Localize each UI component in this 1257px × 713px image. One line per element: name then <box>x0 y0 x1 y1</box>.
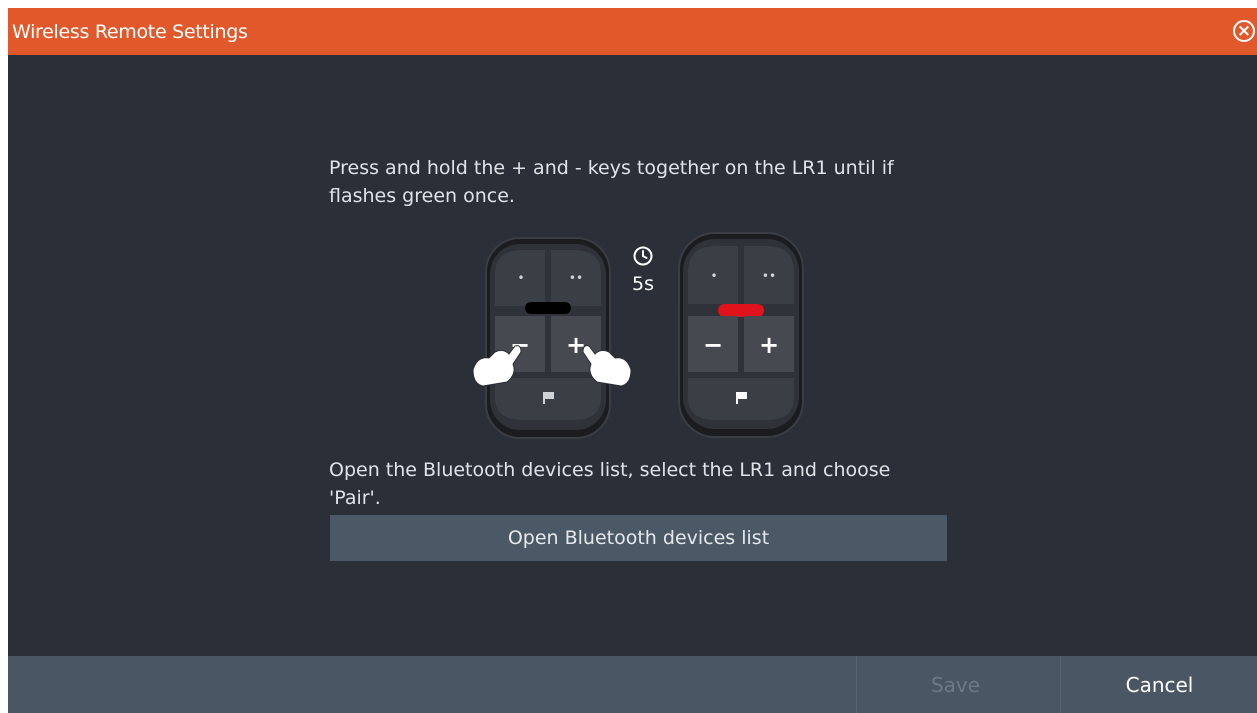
remote-pressed-illustration: • •• − + <box>473 237 632 439</box>
instruction-step-2: Open the Bluetooth devices list, select … <box>329 459 891 509</box>
svg-text:••: •• <box>762 269 776 283</box>
title-bar: Wireless Remote Settings × <box>8 8 1257 55</box>
double-dot-label: •• <box>569 271 583 285</box>
save-button[interactable]: Save <box>856 656 1054 713</box>
flag-icon <box>736 392 738 404</box>
flag-icon <box>543 392 545 404</box>
remote-led-illustration: • •• − + <box>678 232 804 438</box>
svg-text:•: • <box>710 269 717 283</box>
close-icon[interactable]: × <box>1233 20 1255 42</box>
svg-text:−: − <box>703 331 723 359</box>
clock-icon <box>633 246 653 266</box>
instruction-step-1: Press and hold the + and - keys together… <box>329 157 894 207</box>
timer-indicator: 5s <box>623 245 663 295</box>
dialog-title: Wireless Remote Settings <box>12 21 248 43</box>
svg-text:+: + <box>566 331 586 359</box>
led-indicator-off <box>525 302 571 314</box>
cancel-button[interactable]: Cancel <box>1060 656 1257 713</box>
open-bluetooth-list-button[interactable]: Open Bluetooth devices list <box>330 515 947 561</box>
timer-value: 5s <box>632 273 654 295</box>
footer-bar: Save Cancel <box>8 656 1257 713</box>
wireless-remote-settings-dialog: Wireless Remote Settings × Press and hol… <box>8 8 1257 713</box>
single-dot-label: • <box>517 271 524 285</box>
led-indicator-red <box>718 304 764 317</box>
svg-text:+: + <box>759 331 779 359</box>
